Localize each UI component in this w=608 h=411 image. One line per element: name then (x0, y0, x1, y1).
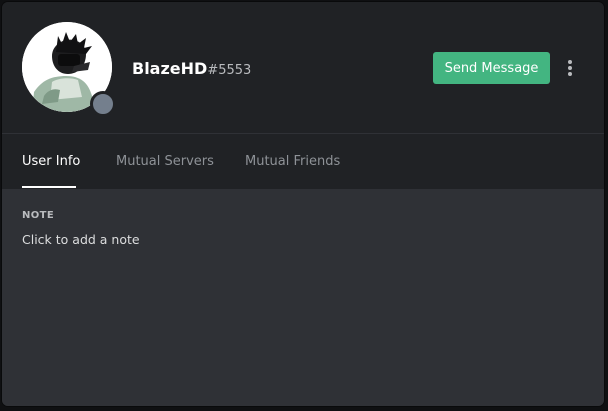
avatar-container[interactable] (22, 22, 116, 117)
tab-user-info[interactable]: User Info (22, 134, 80, 189)
status-indicator (90, 91, 116, 117)
username-row: BlazeHD #5553 (132, 59, 251, 83)
username: BlazeHD (132, 59, 208, 78)
discriminator: #5553 (207, 63, 252, 78)
more-options-button[interactable] (562, 56, 578, 80)
profile-tabs: User Info Mutual Servers Mutual Friends (2, 134, 604, 189)
tab-mutual-friends[interactable]: Mutual Friends (245, 134, 340, 189)
note-input[interactable]: Click to add a note (22, 232, 140, 247)
note-heading: NOTE (22, 210, 55, 221)
profile-header: BlazeHD #5553 Send Message (2, 2, 604, 134)
send-message-button[interactable]: Send Message (433, 52, 550, 84)
active-tab-indicator (22, 186, 76, 188)
vertical-dots-icon (568, 60, 572, 76)
user-profile-modal: BlazeHD #5553 Send Message User Info Mut… (2, 2, 604, 406)
tab-mutual-servers[interactable]: Mutual Servers (116, 134, 214, 189)
user-info-panel: NOTE Click to add a note (2, 189, 604, 406)
